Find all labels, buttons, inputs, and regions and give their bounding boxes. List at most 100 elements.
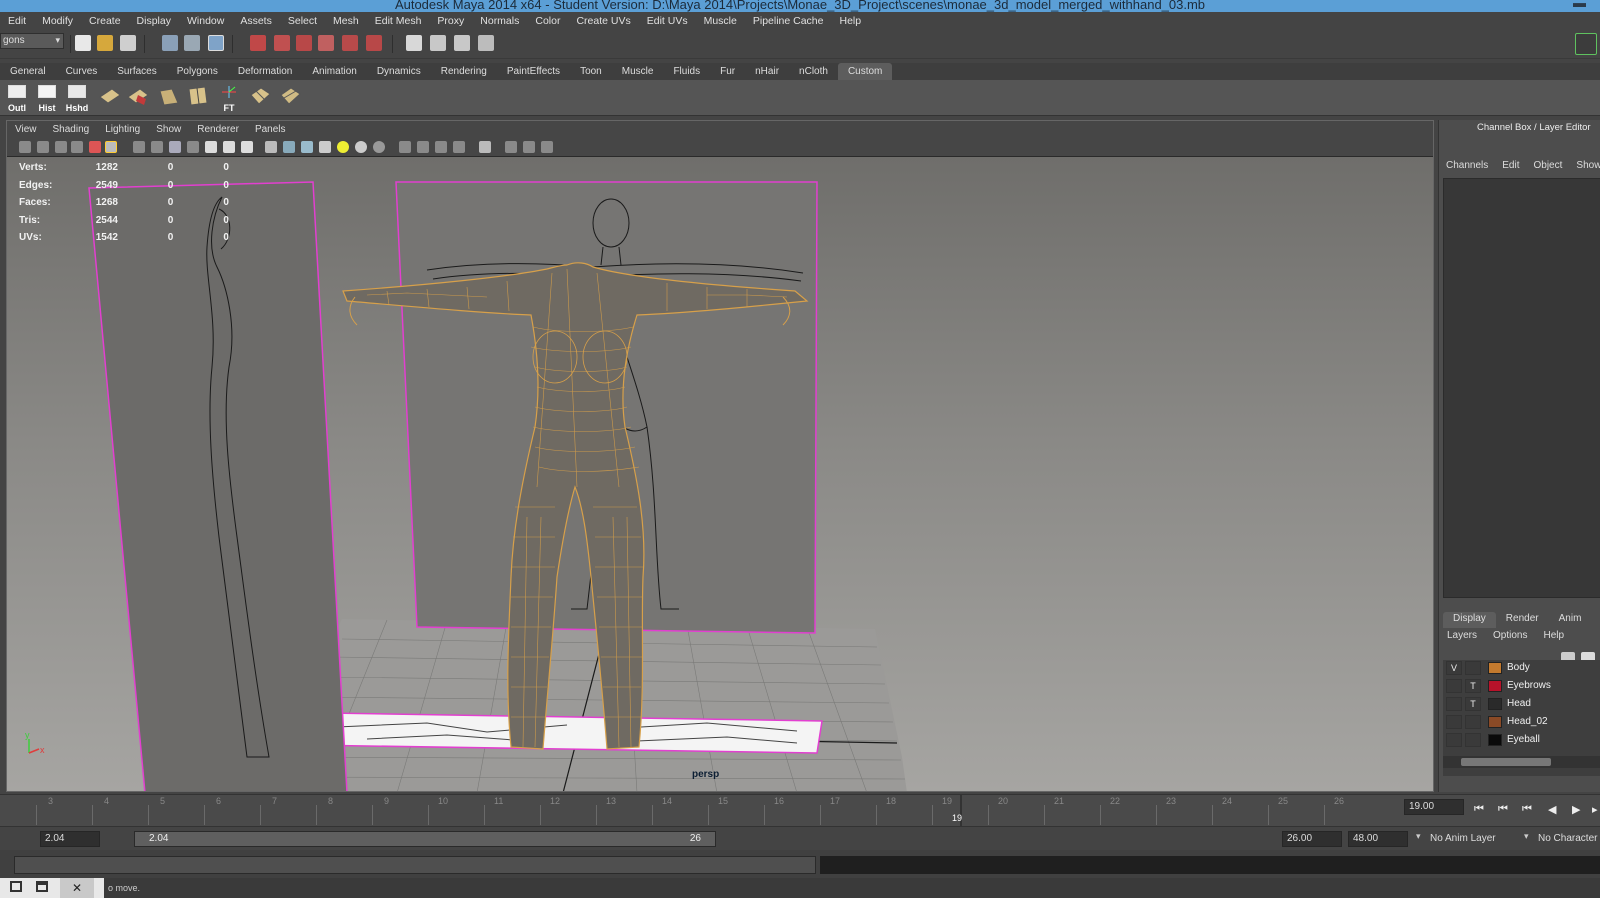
scrollbar-thumb[interactable] (1461, 758, 1551, 766)
viewport-menu-panels[interactable]: Panels (247, 124, 294, 135)
shelf-button-history[interactable]: Hist (34, 83, 60, 113)
menu-pipeline-cache[interactable]: Pipeline Cache (745, 15, 832, 27)
save-scene-icon[interactable] (120, 35, 136, 51)
shelf-tab-fur[interactable]: Fur (710, 63, 745, 80)
minimize-icon[interactable]: ▬ (1573, 0, 1586, 9)
shelf-tab-rendering[interactable]: Rendering (431, 63, 497, 80)
channel-box-menu-channels[interactable]: Channels (1439, 160, 1495, 176)
menu-assets[interactable]: Assets (232, 15, 280, 27)
grease-pencil-icon[interactable] (105, 141, 117, 153)
menu-edit-mesh[interactable]: Edit Mesh (367, 15, 430, 27)
end-time-field[interactable]: 26.00 (1282, 831, 1342, 847)
layer-tab-anim[interactable]: Anim (1549, 612, 1592, 628)
layer-visibility-toggle[interactable] (1446, 679, 1462, 693)
wireframe-on-shaded-icon[interactable] (301, 141, 313, 153)
layer-type-toggle[interactable]: T (1465, 679, 1481, 693)
layer-row-head[interactable]: T Head (1443, 696, 1600, 713)
command-input[interactable] (14, 856, 816, 874)
poly-extrude-icon[interactable] (126, 85, 150, 107)
viewport-menu-lighting[interactable]: Lighting (97, 124, 148, 135)
layer-row-eyeball[interactable]: Eyeball (1443, 732, 1600, 749)
open-scene-icon[interactable] (97, 35, 113, 51)
current-time-field[interactable]: 19.00 (1404, 799, 1464, 815)
layer-type-toggle[interactable] (1465, 715, 1481, 729)
play-backwards-icon[interactable]: ◀ (1548, 803, 1556, 816)
shelf-tab-animation[interactable]: Animation (302, 63, 366, 80)
default-lighting-icon[interactable] (337, 141, 349, 153)
resolution-gate-icon[interactable] (169, 141, 181, 153)
image-plane-icon[interactable] (71, 141, 83, 153)
film-gate-icon[interactable] (151, 141, 163, 153)
select-dynamic-icon[interactable] (366, 35, 382, 51)
shelf-tab-muscle[interactable]: Muscle (612, 63, 664, 80)
wireframe-icon[interactable] (265, 141, 277, 153)
shelf-tab-ncloth[interactable]: nCloth (789, 63, 838, 80)
menu-edit-uvs[interactable]: Edit UVs (639, 15, 696, 27)
menu-proxy[interactable]: Proxy (429, 15, 472, 27)
layer-menu-layers[interactable]: Layers (1439, 630, 1485, 646)
safe-action-icon[interactable] (223, 141, 235, 153)
layer-type-toggle[interactable]: T (1465, 697, 1481, 711)
channel-box-menu-show[interactable]: Show (1569, 160, 1600, 176)
anti-aliasing-icon[interactable] (435, 141, 447, 153)
select-by-hierarchy-icon[interactable] (162, 35, 178, 51)
shelf-tab-custom[interactable]: Custom (837, 63, 893, 80)
select-by-component-icon[interactable] (208, 35, 224, 51)
viewport-menu-shading[interactable]: Shading (45, 124, 98, 135)
xray-joints-icon[interactable] (505, 141, 517, 153)
new-scene-icon[interactable] (75, 35, 91, 51)
layer-menu-help[interactable]: Help (1535, 630, 1572, 646)
menu-modify[interactable]: Modify (34, 15, 81, 27)
restore-icon[interactable] (10, 881, 22, 892)
range-slider-bar[interactable]: 2.04 26 (134, 831, 716, 847)
time-slider[interactable]: 3 4 5 6 7 8 9 10 11 12 13 14 15 16 17 18… (0, 794, 1600, 827)
snap-to-point-icon[interactable] (454, 35, 470, 51)
menu-muscle[interactable]: Muscle (696, 15, 745, 27)
motion-blur-icon[interactable] (417, 141, 429, 153)
close-icon[interactable]: ✕ (60, 878, 94, 898)
select-joint-icon[interactable] (274, 35, 290, 51)
poly-smooth-icon[interactable] (248, 85, 272, 107)
shelf-tab-toon[interactable]: Toon (570, 63, 612, 80)
shelf-tab-nhair[interactable]: nHair (745, 63, 789, 80)
shelf-button-hypershade[interactable]: Hshd (64, 83, 90, 113)
shelf-tab-dynamics[interactable]: Dynamics (367, 63, 431, 80)
node-graph-icon[interactable] (541, 141, 553, 153)
xray-icon[interactable] (319, 141, 331, 153)
depth-of-field-icon[interactable] (453, 141, 465, 153)
two-d-pan-zoom-icon[interactable] (89, 141, 101, 153)
select-deformation-icon[interactable] (342, 35, 358, 51)
smooth-shade-icon[interactable] (283, 141, 295, 153)
poly-plane-icon[interactable] (156, 85, 180, 107)
menu-edit[interactable]: Edit (0, 15, 34, 27)
menu-help[interactable]: Help (832, 15, 870, 27)
select-handle-icon[interactable] (250, 35, 266, 51)
channel-box-menu-edit[interactable]: Edit (1495, 160, 1526, 176)
safe-title-icon[interactable] (241, 141, 253, 153)
layer-tab-render[interactable]: Render (1496, 612, 1549, 628)
layer-visibility-toggle[interactable] (1446, 697, 1462, 711)
isolate-select-icon[interactable] (479, 141, 491, 153)
layer-visibility-toggle[interactable] (1446, 715, 1462, 729)
screen-space-ao-icon[interactable] (399, 141, 411, 153)
layer-horizontal-scrollbar[interactable] (1443, 756, 1600, 768)
step-forward-icon[interactable]: ▸ (1592, 803, 1598, 816)
bookmarks-icon[interactable] (55, 141, 67, 153)
field-chart-icon[interactable] (205, 141, 217, 153)
viewport-menu-show[interactable]: Show (148, 124, 189, 135)
layer-color-swatch[interactable] (1488, 698, 1502, 710)
camera-attributes-icon[interactable] (37, 141, 49, 153)
layer-tab-display[interactable]: Display (1443, 612, 1496, 628)
maximize-icon[interactable] (36, 881, 48, 892)
viewport-scene[interactable]: x y Verts: 1282 0 0 Edges: 2549 0 0 Face… (7, 157, 1433, 791)
snap-to-plane-icon[interactable] (478, 35, 494, 51)
play-forwards-icon[interactable]: ▶ (1572, 803, 1580, 816)
layer-color-swatch[interactable] (1488, 716, 1502, 728)
layer-color-swatch[interactable] (1488, 662, 1502, 674)
go-to-start-icon[interactable]: ⏮ (1474, 803, 1484, 816)
grid-toggle-icon[interactable] (133, 141, 145, 153)
time-slider-track[interactable]: 3 4 5 6 7 8 9 10 11 12 13 14 15 16 17 18… (0, 795, 1400, 827)
viewport-menu-renderer[interactable]: Renderer (189, 124, 247, 135)
menu-create[interactable]: Create (81, 15, 129, 27)
menu-window[interactable]: Window (179, 15, 232, 27)
